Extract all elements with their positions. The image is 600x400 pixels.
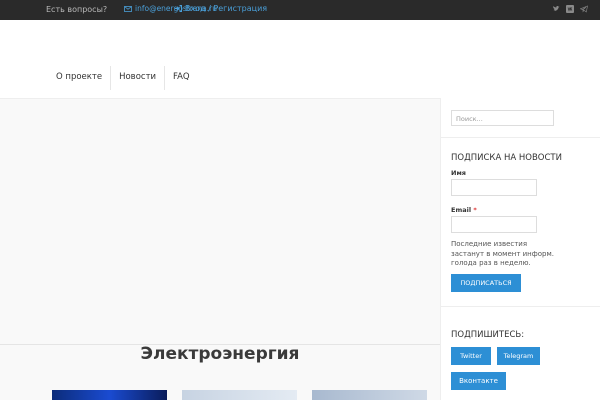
twitter-icon[interactable] (552, 5, 560, 13)
vk-button[interactable]: Вконтакте (451, 372, 506, 390)
top-bar: Есть вопросы? info@energostrana.ru Вход … (0, 0, 600, 20)
subscribe-button[interactable]: ПОДПИСАТЬСЯ (451, 274, 521, 292)
login-text: Вход / Регистрация (185, 4, 268, 13)
main-nav: О проекте Новости FAQ (48, 66, 198, 90)
sign-in-icon (175, 5, 182, 12)
article-thumbnail[interactable] (312, 390, 427, 400)
section-heading: Электроэнергия (140, 344, 300, 364)
telegram-icon[interactable] (579, 5, 588, 13)
email-field[interactable] (451, 216, 537, 233)
mail-icon (124, 5, 132, 12)
search-input[interactable]: Поиск... (451, 110, 554, 126)
subscribe-title: ПОДПИСКА НА НОВОСТИ (451, 153, 562, 163)
twitter-button[interactable]: Twitter (451, 347, 491, 365)
subscribe-note: Последние известия застанут в момент инф… (451, 240, 554, 267)
login-link[interactable]: Вход / Регистрация (175, 4, 267, 13)
article-thumbnail[interactable] (182, 390, 297, 400)
email-label: Email * (451, 206, 477, 214)
sidebar-divider (440, 306, 600, 307)
article-thumbnail[interactable] (52, 390, 167, 400)
vk-icon[interactable] (566, 5, 574, 13)
social-links (552, 5, 588, 13)
name-field[interactable] (451, 179, 537, 196)
telegram-button[interactable]: Telegram (497, 347, 540, 365)
contact-question: Есть вопросы? (46, 5, 108, 14)
sidebar-divider (440, 137, 600, 138)
nav-item-news[interactable]: Новости (111, 66, 166, 90)
nav-item-about[interactable]: О проекте (48, 66, 112, 90)
nav-item-faq[interactable]: FAQ (165, 66, 197, 90)
follow-title: ПОДПИШИТЕСЬ: (451, 330, 525, 340)
required-mark: * (473, 206, 477, 214)
name-label: Имя (451, 169, 466, 177)
